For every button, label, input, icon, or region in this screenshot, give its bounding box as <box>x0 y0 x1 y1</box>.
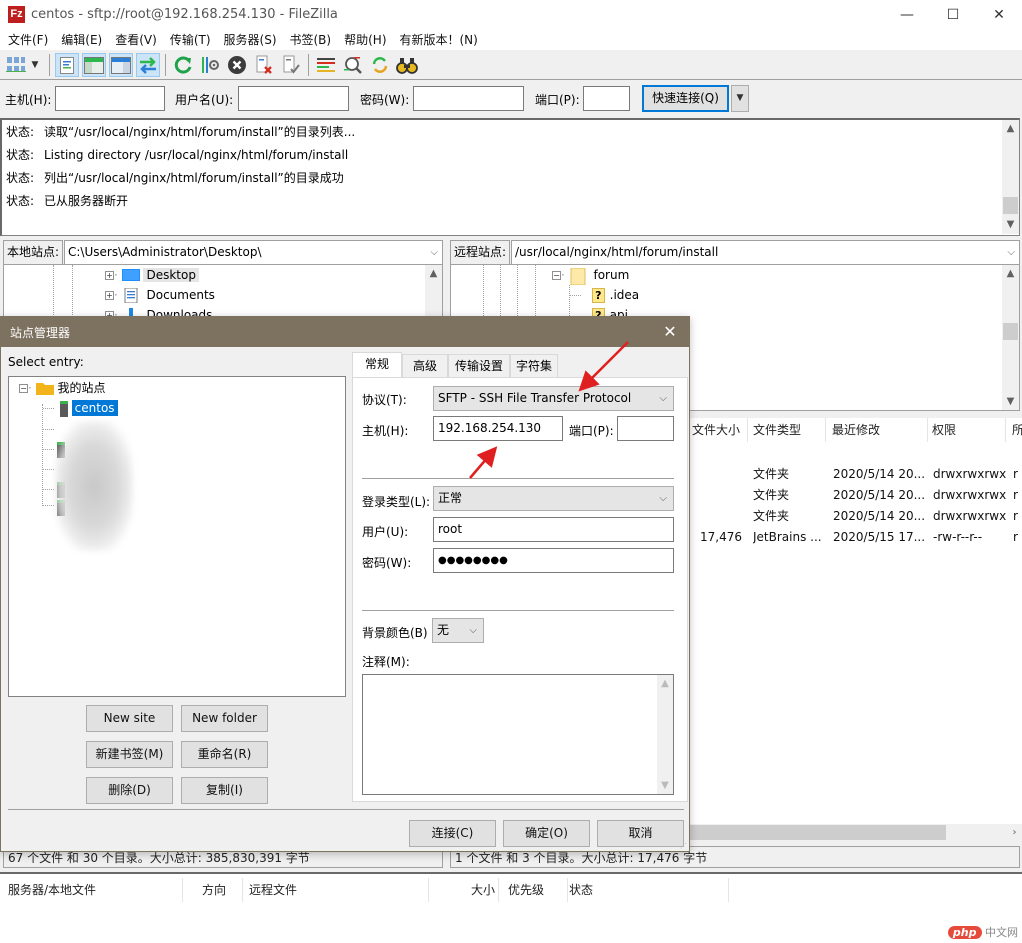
annotation-arrows <box>469 341 629 479</box>
annotation-arrow-host <box>469 446 498 479</box>
annotation-arrow-protocol <box>578 341 629 392</box>
